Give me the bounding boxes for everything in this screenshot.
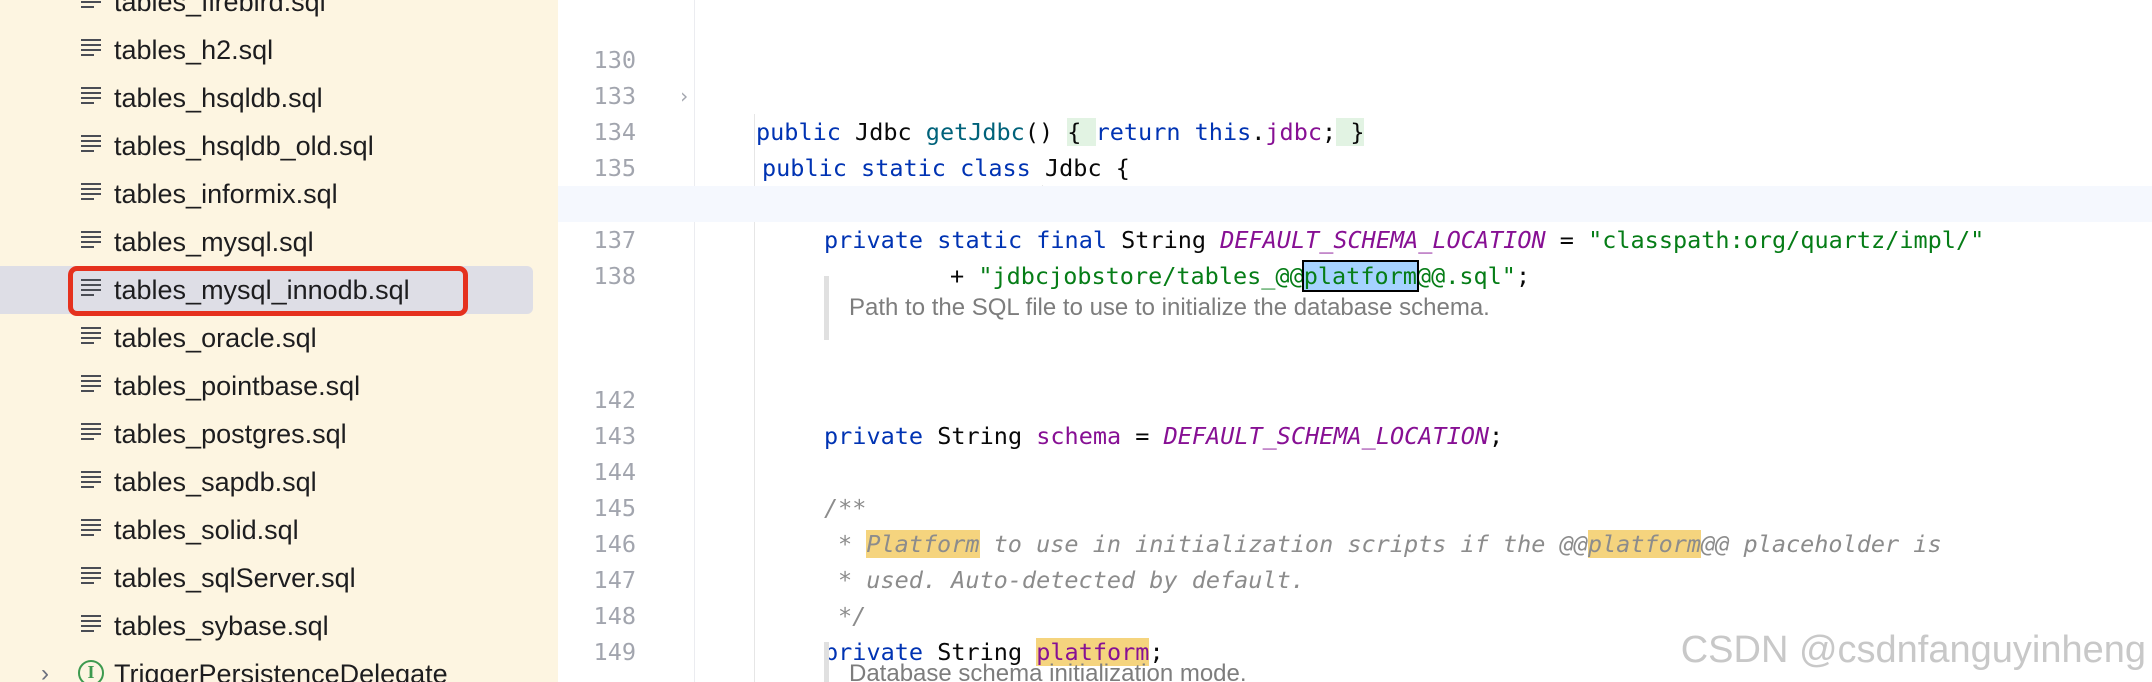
tree-item-label: tables_postgres.sql — [114, 419, 347, 449]
tree-item-file[interactable]: tables_sapdb.sql — [0, 458, 558, 506]
tree-item-label: tables_firebird.sql — [114, 0, 326, 17]
code-line-137[interactable]: 137 + "jdbcjobstore/tables_@@platform@@.… — [558, 186, 2152, 292]
red-annotation-box — [68, 266, 468, 316]
text-file-icon — [81, 39, 101, 56]
text-file-icon — [81, 375, 101, 392]
tree-item-file[interactable]: tables_sybase.sql — [0, 602, 558, 650]
text-file-icon — [81, 1, 101, 8]
tree-item-label: tables_oracle.sql — [114, 323, 317, 353]
tree-item-label: tables_hsqldb.sql — [114, 83, 323, 113]
code-line-130[interactable]: 130 › public Jdbc getJdbc() { return thi… — [558, 6, 2152, 146]
text-file-icon — [81, 423, 101, 440]
code-line-142[interactable]: 142 private String schema = DEFAULT_SCHE… — [558, 346, 2152, 450]
tree-item-file[interactable]: tables_mysql.sql — [0, 218, 558, 266]
tree-item-label: tables_sapdb.sql — [114, 467, 317, 497]
tree-item-file[interactable]: tables_hsqldb_old.sql — [0, 122, 558, 170]
code-line-145[interactable]: 145 * Platform to use in initialization … — [558, 454, 2152, 558]
tree-item-label: tables_mysql.sql — [114, 227, 314, 257]
doc-comment-text: Database schema initialization mode. — [849, 660, 1247, 682]
code-line-143[interactable]: 143 — [558, 382, 2152, 450]
text-file-icon — [81, 135, 101, 152]
code-line-138[interactable]: 138 — [558, 222, 2152, 290]
watermark: CSDN @csdnfanguyinheng — [1680, 629, 2146, 671]
tree-item-trigger-persistence-delegate[interactable]: › I TriggerPersistenceDelegate — [0, 650, 558, 682]
line-number: 138 — [593, 262, 636, 290]
tree-item-file[interactable]: tables_oracle.sql — [0, 314, 558, 362]
doc-comment-text: Path to the SQL file to use to initializ… — [849, 294, 1490, 321]
tree-item-label: tables_h2.sql — [114, 35, 274, 65]
tree-item-file[interactable]: tables_firebird.sql — [0, 0, 558, 26]
line-number: 149 — [593, 638, 636, 666]
tree-item-file[interactable]: tables_sqlServer.sql — [0, 554, 558, 602]
chevron-right-icon[interactable]: › — [41, 660, 49, 682]
tree-item-file[interactable]: tables_hsqldb.sql — [0, 74, 558, 122]
text-file-icon — [81, 327, 101, 344]
code-line-135[interactable]: 135 — [558, 114, 2152, 182]
interface-icon: I — [78, 660, 104, 682]
text-file-icon — [81, 183, 101, 200]
tree-item-file[interactable]: tables_pointbase.sql — [0, 362, 558, 410]
tree-item-label: tables_solid.sql — [114, 515, 299, 545]
text-file-icon — [81, 519, 101, 536]
tree-item-label: tables_informix.sql — [114, 179, 338, 209]
code-line-148[interactable]: 148 private String platform; — [558, 562, 2152, 666]
rendered-doc-comment: Path to the SQL file to use to initializ… — [824, 276, 2124, 340]
project-tree: tables_firebird.sql tables_h2.sql tables_h… — [0, 0, 558, 682]
code-line-146[interactable]: 146 * used. Auto-detected by default. — [558, 490, 2152, 594]
text-file-icon — [81, 567, 101, 584]
text-file-icon — [81, 231, 101, 248]
tree-item-file[interactable]: tables_informix.sql — [0, 170, 558, 218]
tree-item-label: tables_pointbase.sql — [114, 371, 361, 401]
code-editor[interactable]: 130 › public Jdbc getJdbc() { return thi… — [558, 0, 2152, 682]
code-line-136[interactable]: 136 private static final String DEFAULT_… — [558, 150, 2152, 254]
text-file-icon — [81, 615, 101, 632]
code-line-133[interactable]: 133 — [558, 42, 2152, 110]
tree-item-file[interactable]: tables_postgres.sql — [0, 410, 558, 458]
code-line-134[interactable]: 134 public static class Jdbc { — [558, 78, 2152, 182]
tree-item-file[interactable]: tables_h2.sql — [0, 26, 558, 74]
text-file-icon — [81, 471, 101, 488]
tree-item-file[interactable]: tables_solid.sql — [0, 506, 558, 554]
tree-item-label: tables_sqlServer.sql — [114, 563, 356, 593]
tree-item-label: tables_hsqldb_old.sql — [114, 131, 374, 161]
code-line-147[interactable]: 147 */ — [558, 526, 2152, 630]
code-line-144[interactable]: 144 /** — [558, 418, 2152, 522]
tree-item-label: tables_sybase.sql — [114, 611, 329, 641]
text-file-icon — [81, 87, 101, 104]
tree-item-label: TriggerPersistenceDelegate — [114, 659, 448, 682]
